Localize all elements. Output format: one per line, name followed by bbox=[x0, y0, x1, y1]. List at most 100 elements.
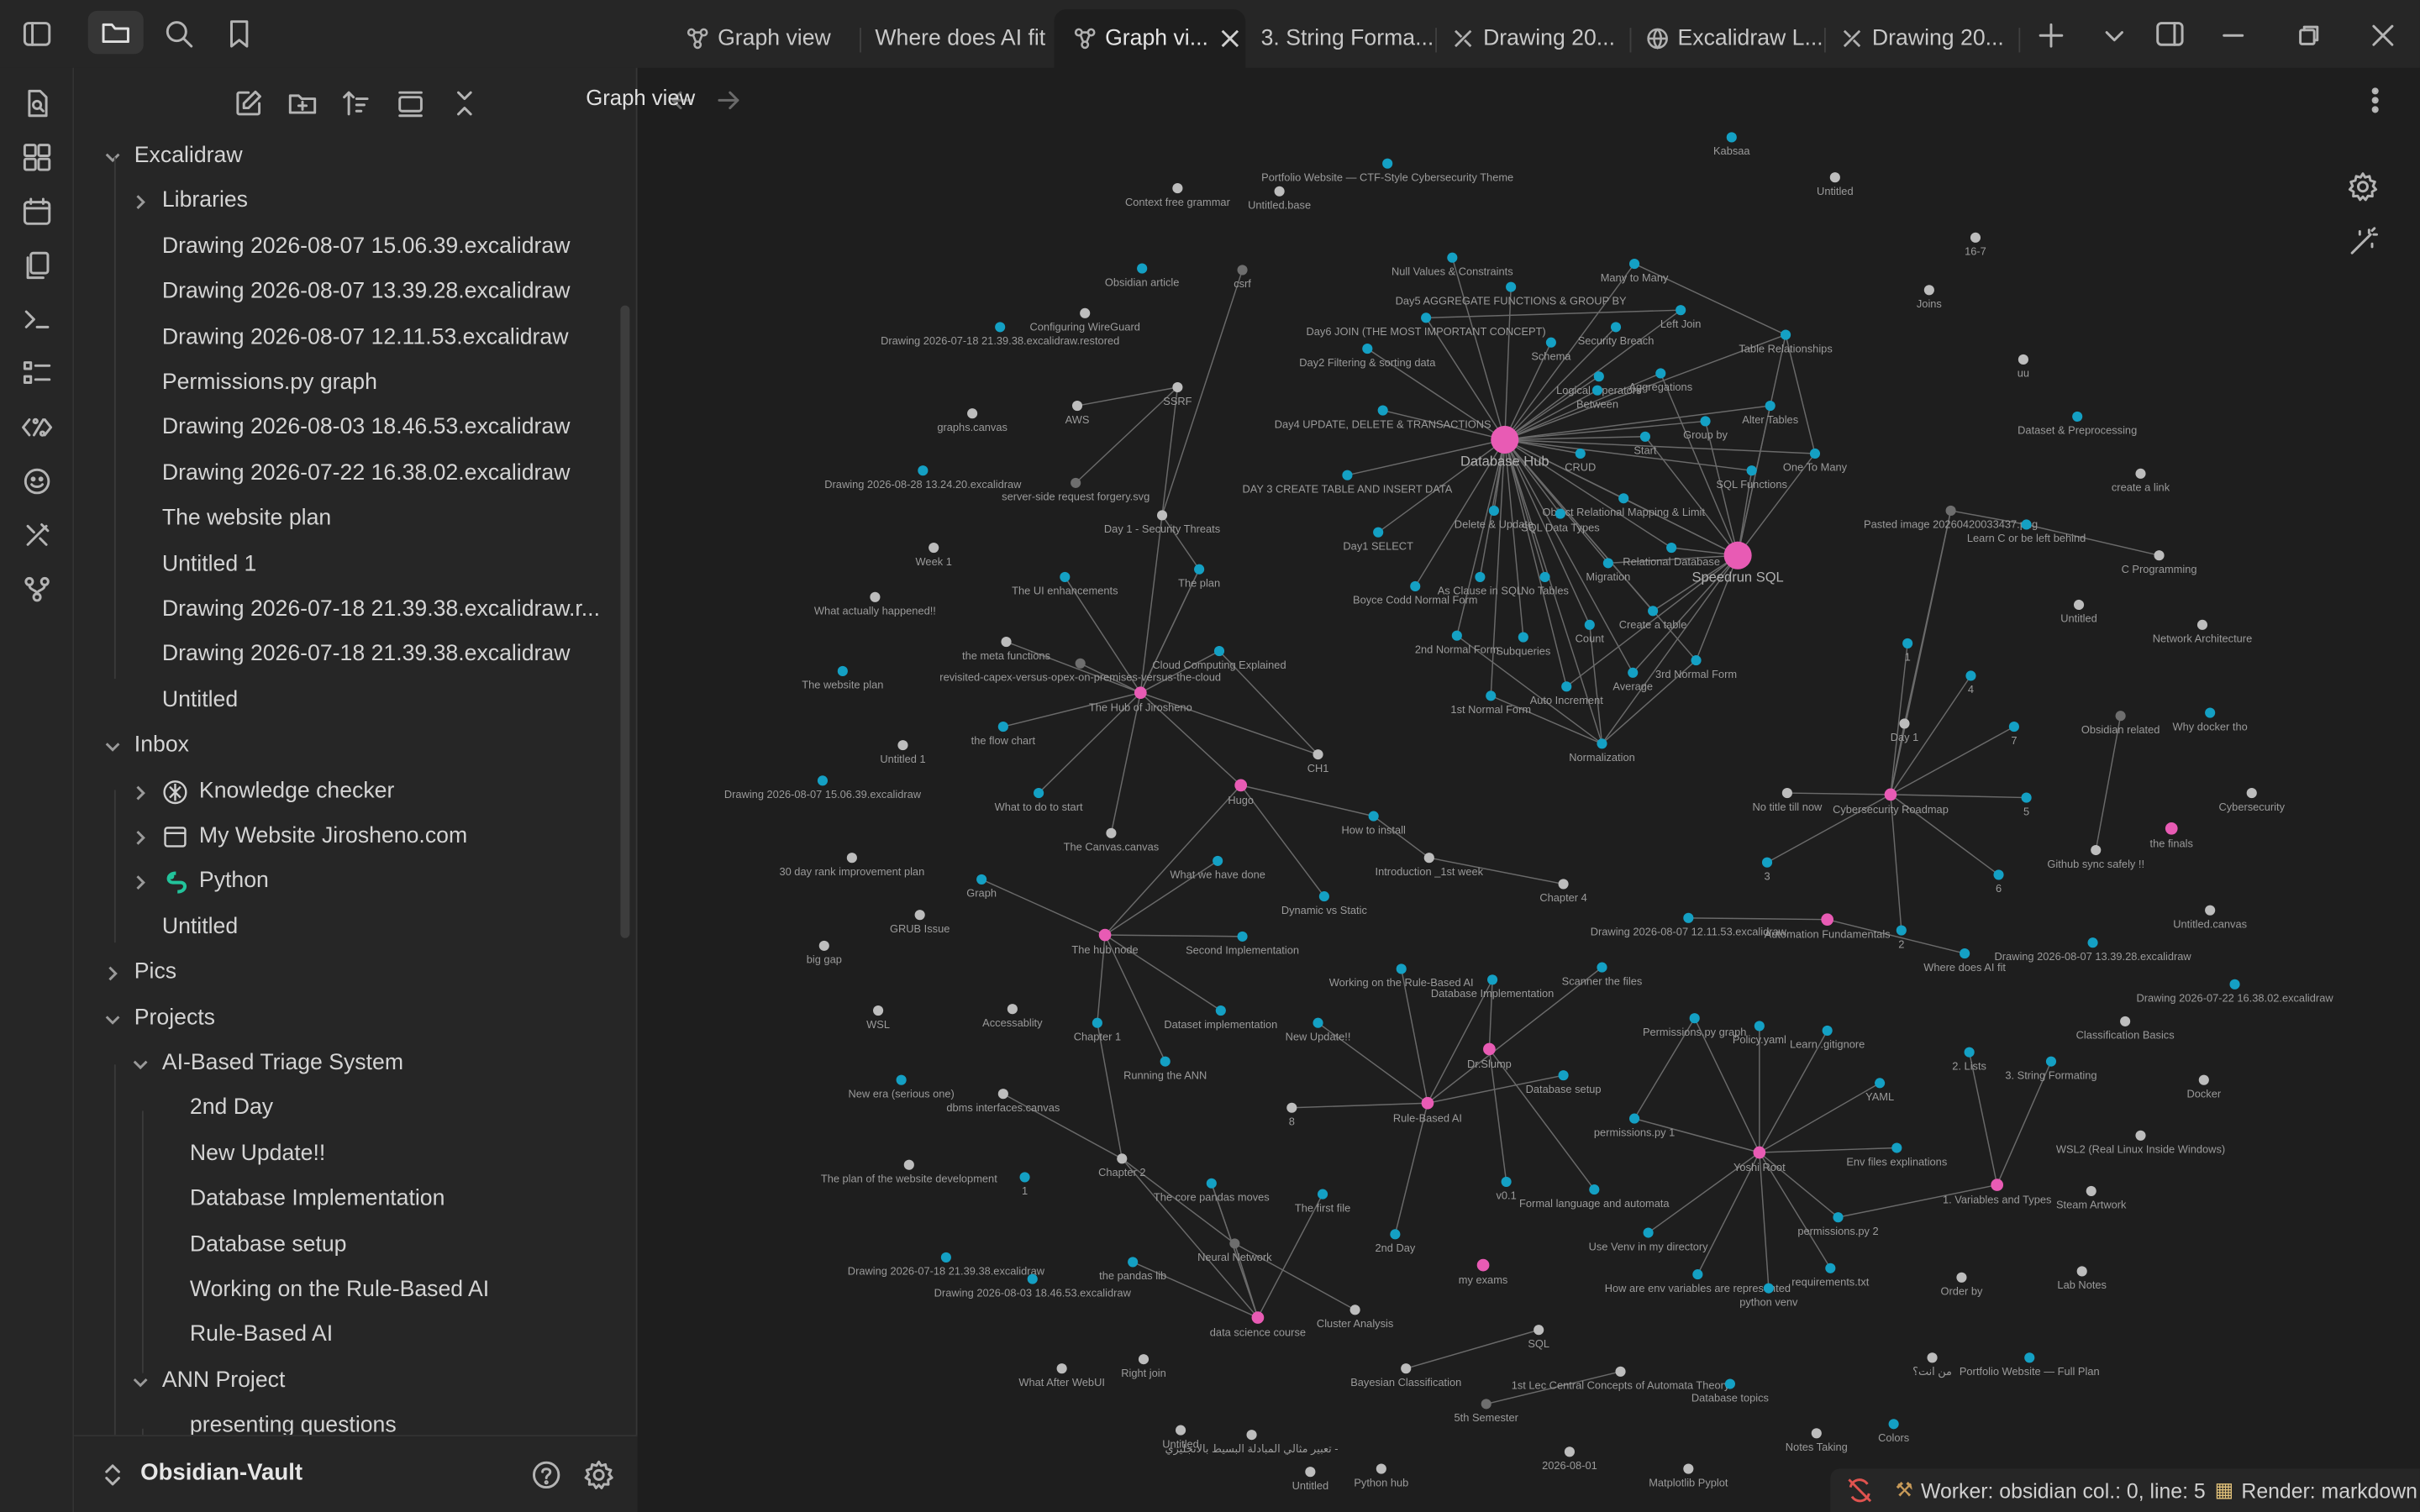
graph-node-dot[interactable] bbox=[1683, 912, 1694, 923]
graph-node-dot[interactable] bbox=[2205, 905, 2216, 916]
excalidraw-icon[interactable] bbox=[18, 517, 55, 554]
graph-node-dot[interactable] bbox=[2120, 1016, 2131, 1026]
graph-node-dot[interactable] bbox=[896, 1074, 907, 1085]
graph-node-dot[interactable] bbox=[1376, 1463, 1386, 1474]
graph-node-dot[interactable] bbox=[1176, 1425, 1186, 1436]
graph-node[interactable]: Permissions.py graph bbox=[1643, 1013, 1746, 1038]
graph-node-dot[interactable] bbox=[1019, 1172, 1030, 1183]
graph-node-dot[interactable] bbox=[1960, 948, 1970, 959]
graph-node[interactable]: Left Join bbox=[1660, 305, 1702, 330]
graph-node-dot[interactable] bbox=[846, 853, 857, 864]
graph-node-dot[interactable] bbox=[1007, 1004, 1018, 1015]
graph-node[interactable]: Portfolio Website — CTF-Style Cybersecur… bbox=[1261, 158, 1513, 184]
graph-node[interactable]: Dynamic vs Static bbox=[1281, 891, 1368, 916]
tree-file[interactable]: Drawing 2026-07-22 16.38.02.excalidraw bbox=[74, 452, 623, 496]
tab-string-formatting[interactable]: 3. String Forma... bbox=[1261, 9, 1434, 68]
graph-node[interactable]: Cybersecurity bbox=[2218, 788, 2286, 813]
graph-node-dot[interactable] bbox=[1676, 305, 1686, 316]
graph-node-dot[interactable] bbox=[1390, 1229, 1401, 1240]
graph-node[interactable]: What After WebUI bbox=[1018, 1363, 1105, 1389]
graph-node-dot[interactable] bbox=[1098, 928, 1112, 942]
tree-file[interactable]: Untitled 1 bbox=[74, 543, 623, 587]
graph-node-dot[interactable] bbox=[1305, 1467, 1316, 1478]
graph-node[interactable]: Kabsaa bbox=[1713, 132, 1750, 157]
graph-node[interactable]: Auto Increment bbox=[1530, 681, 1604, 706]
graph-node-dot[interactable] bbox=[1555, 508, 1565, 519]
graph-node[interactable]: Env files explinations bbox=[1846, 1142, 1947, 1168]
graph-node-dot[interactable] bbox=[1213, 646, 1225, 657]
graph-node[interactable]: Chapter 4 bbox=[1539, 879, 1587, 904]
graph-node[interactable]: Rule-Based AI bbox=[1393, 1096, 1462, 1124]
tree-file[interactable]: Permissions.py graph bbox=[74, 361, 623, 406]
graph-node-dot[interactable] bbox=[1923, 285, 1934, 296]
chevron-down-icon[interactable] bbox=[129, 1371, 151, 1393]
graph-node-dot[interactable] bbox=[997, 1089, 1008, 1100]
graph-node[interactable]: graphs.canvas bbox=[937, 408, 1007, 433]
graph-node[interactable]: Classification Basics bbox=[2076, 1016, 2175, 1042]
tree-file[interactable]: Drawing 2026-07-18 21.39.38.excalidraw bbox=[74, 633, 623, 678]
graph-node[interactable]: requirements.txt bbox=[1791, 1263, 1870, 1289]
graph-node[interactable]: Untitled bbox=[1292, 1467, 1329, 1492]
graph-node-dot[interactable] bbox=[1027, 1273, 1038, 1284]
graph-node[interactable]: Object Relational Mapping & Limit bbox=[1542, 493, 1705, 518]
graph-node-dot[interactable] bbox=[1092, 1017, 1102, 1028]
chevron-right-icon[interactable] bbox=[129, 827, 151, 848]
graph-node-dot[interactable] bbox=[2073, 599, 2085, 611]
tree-file[interactable]: Untitled bbox=[74, 906, 623, 950]
graph-node-dot[interactable] bbox=[2008, 722, 2019, 732]
graph-node[interactable]: Steam Artwork bbox=[2056, 1185, 2127, 1211]
graph-node[interactable]: Drawing 2026-07-22 16.38.02.excalidraw bbox=[2136, 979, 2333, 1005]
graph-node[interactable]: How are env variables are represented bbox=[1605, 1269, 1791, 1294]
graph-node[interactable]: Untitled.base bbox=[1248, 186, 1311, 212]
graph-node-dot[interactable] bbox=[1781, 329, 1791, 340]
chevron-down-icon[interactable] bbox=[102, 146, 124, 168]
graph-node-dot[interactable] bbox=[1486, 690, 1497, 701]
graph-node[interactable]: Right join bbox=[1121, 1354, 1166, 1379]
graph-node-dot[interactable] bbox=[1615, 1366, 1626, 1377]
graph-node-dot[interactable] bbox=[2115, 711, 2126, 722]
graph-node-dot[interactable] bbox=[1229, 1238, 1240, 1249]
graph-node[interactable]: Order by bbox=[1940, 1272, 1983, 1298]
graph-node[interactable]: Dataset implementation bbox=[1164, 1005, 1277, 1031]
tree-folder[interactable]: Libraries bbox=[74, 180, 623, 224]
graph-node-dot[interactable] bbox=[1382, 158, 1393, 169]
graph-node-dot[interactable] bbox=[2024, 1352, 2035, 1363]
graph-node[interactable]: Chapter 1 bbox=[1074, 1017, 1121, 1043]
graph-node[interactable]: Introduction _1st week bbox=[1376, 853, 1484, 878]
graph-node[interactable]: Why docker tho bbox=[2173, 707, 2248, 732]
graph-node-dot[interactable] bbox=[1597, 962, 1607, 973]
graph-node[interactable]: Group by bbox=[1683, 416, 1728, 441]
graph-node-dot[interactable] bbox=[2135, 468, 2146, 479]
graph-node-dot[interactable] bbox=[1060, 571, 1071, 582]
graph-node-dot[interactable] bbox=[1683, 1463, 1694, 1474]
graph-node[interactable]: dbms interfaces.canvas bbox=[946, 1089, 1060, 1114]
graph-node[interactable]: Drawing 2026-08-07 15.06.39.excalidraw bbox=[724, 775, 922, 801]
graph-node-dot[interactable] bbox=[1811, 1428, 1822, 1439]
graph-node[interactable]: Drawing 2026-08-28 13.24.20.excalidraw bbox=[824, 465, 1022, 491]
chevron-down-icon[interactable] bbox=[102, 1008, 124, 1030]
graph-node-dot[interactable] bbox=[1286, 1102, 1297, 1113]
graph-node[interactable]: Obsidian article bbox=[1105, 263, 1180, 289]
graph-node[interactable]: Second Implementation bbox=[1186, 931, 1299, 957]
graph-node-dot[interactable] bbox=[1970, 232, 1981, 243]
graph-node-dot[interactable] bbox=[1593, 371, 1604, 382]
graph-node[interactable]: uu bbox=[2018, 354, 2029, 380]
toggle-sidebar-icon[interactable] bbox=[18, 17, 55, 50]
graph-node-dot[interactable] bbox=[1723, 541, 1752, 570]
graph-node-dot[interactable] bbox=[1128, 1257, 1139, 1268]
graph-node[interactable]: csrf bbox=[1234, 265, 1251, 290]
new-tab-plus-icon[interactable] bbox=[2034, 18, 2068, 52]
tab-excalidraw-library[interactable]: Excalidraw L... bbox=[1645, 9, 1821, 68]
graph-node[interactable]: the pandas lib bbox=[1099, 1257, 1166, 1282]
graph-node[interactable]: Dr.Slump bbox=[1467, 1042, 1512, 1070]
graph-node-dot[interactable] bbox=[1488, 505, 1499, 517]
toggle-right-sidebar-icon[interactable] bbox=[2151, 17, 2188, 50]
sync-off-icon[interactable] bbox=[1846, 1477, 1874, 1504]
smiley-icon[interactable] bbox=[18, 463, 55, 500]
graph-node[interactable]: 1st Normal Form bbox=[1450, 690, 1531, 716]
graph-node-dot[interactable] bbox=[1692, 1269, 1703, 1280]
graph-node[interactable]: my exams bbox=[1459, 1258, 1508, 1286]
graph-node[interactable]: The hub node bbox=[1071, 928, 1139, 956]
graph-node-dot[interactable] bbox=[1501, 1176, 1512, 1187]
graph-node[interactable]: 5 bbox=[2021, 792, 2032, 818]
